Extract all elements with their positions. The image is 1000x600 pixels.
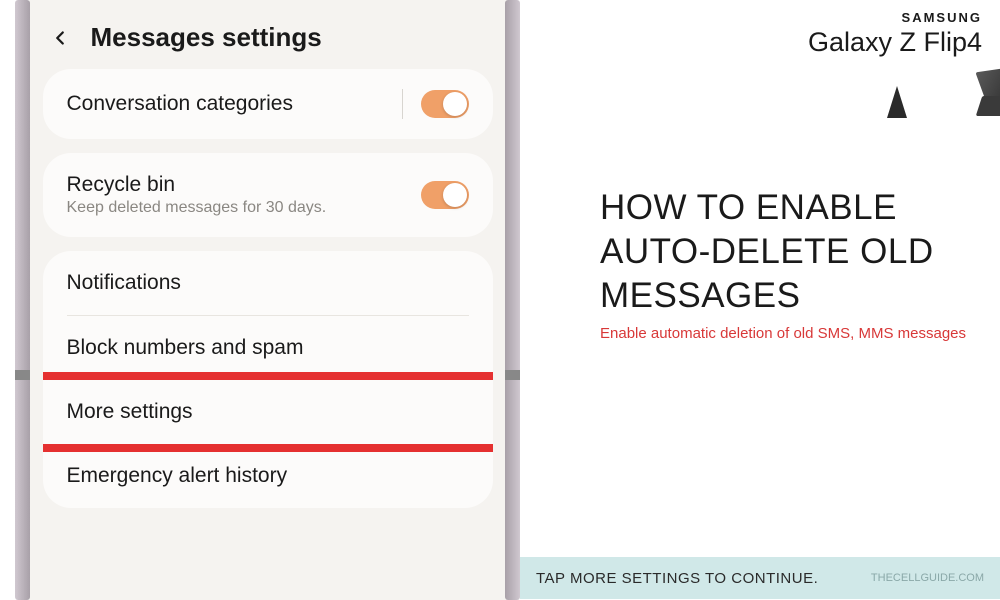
- samsung-wordmark: SAMSUNG: [600, 10, 982, 25]
- recycle-bin-label: Recycle bin: [67, 173, 421, 197]
- phone-closed-icon: [887, 86, 907, 118]
- phone-screen: Messages settings Conversation categorie…: [29, 0, 507, 600]
- emergency-alert-row[interactable]: Emergency alert history: [43, 444, 493, 508]
- recycle-bin-row[interactable]: Recycle bin Keep deleted messages for 30…: [43, 153, 493, 237]
- conversation-categories-card: Conversation categories: [43, 69, 493, 139]
- phone-mockup: Messages settings Conversation categorie…: [0, 0, 520, 600]
- block-numbers-row[interactable]: Block numbers and spam: [43, 316, 493, 380]
- block-numbers-label: Block numbers and spam: [67, 336, 304, 360]
- notifications-label: Notifications: [67, 271, 181, 295]
- additional-settings-card: Notifications Block numbers and spam Mor…: [43, 251, 493, 508]
- recycle-bin-sublabel: Keep deleted messages for 30 days.: [67, 199, 421, 217]
- phone-bezel-left: [15, 0, 30, 600]
- conversation-categories-label: Conversation categories: [67, 92, 402, 116]
- more-settings-label: More settings: [67, 400, 193, 424]
- brand-logo: SAMSUNG Galaxy Z Flip4: [600, 10, 982, 58]
- notifications-row[interactable]: Notifications: [43, 251, 493, 315]
- article-subtitle: Enable automatic deletion of old SMS, MM…: [600, 325, 982, 342]
- watermark: THECELLGUIDE.COM: [871, 572, 984, 584]
- conversation-categories-toggle[interactable]: [421, 90, 469, 118]
- recycle-bin-card: Recycle bin Keep deleted messages for 30…: [43, 153, 493, 237]
- phone-product-icon: [887, 68, 985, 123]
- page-title: Messages settings: [91, 22, 322, 53]
- more-settings-row[interactable]: More settings: [43, 380, 493, 444]
- article-panel: SAMSUNG Galaxy Z Flip4 HOW TO ENABLE AUT…: [520, 0, 1000, 600]
- settings-header: Messages settings: [43, 0, 493, 69]
- conversation-categories-row[interactable]: Conversation categories: [43, 69, 493, 139]
- instruction-bar: TAP MORE SETTINGS TO CONTINUE. THECELLGU…: [520, 557, 1000, 599]
- instruction-text: TAP MORE SETTINGS TO CONTINUE.: [536, 570, 818, 587]
- model-name: Galaxy Z Flip4: [600, 27, 982, 58]
- toggle-thumb: [443, 92, 467, 116]
- article-title: HOW TO ENABLE AUTO-DELETE OLD MESSAGES: [600, 186, 982, 317]
- toggle-thumb: [443, 183, 467, 207]
- toggle-divider: [402, 89, 403, 119]
- emergency-alert-label: Emergency alert history: [67, 464, 288, 488]
- recycle-bin-toggle[interactable]: [421, 181, 469, 209]
- phone-bezel-right: [505, 0, 520, 600]
- back-icon[interactable]: [49, 27, 71, 49]
